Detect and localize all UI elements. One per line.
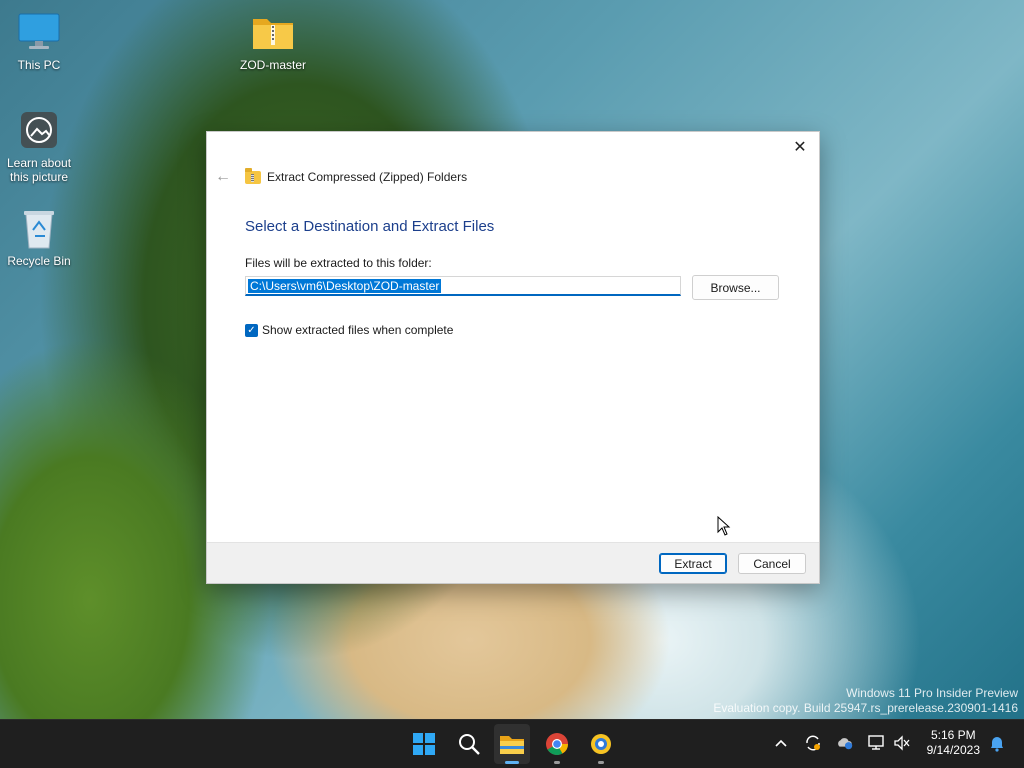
browse-button[interactable]: Browse... (692, 275, 779, 300)
monitor-icon (17, 10, 61, 54)
cancel-button[interactable]: Cancel (738, 553, 806, 574)
show-files-checkbox[interactable]: ✓ (245, 323, 258, 337)
desktop-icon-learn-about-picture[interactable]: Learn about this picture (3, 108, 75, 184)
taskbar: 5:16 PM 9/14/2023 (0, 719, 1024, 768)
show-files-checkbox-label: Show extracted files when complete (262, 323, 454, 337)
onedrive-icon[interactable] (836, 734, 854, 752)
back-arrow-icon[interactable]: ← (215, 168, 233, 186)
desktop-icon-label: Learn about (6, 156, 72, 170)
desktop-icon-zod-master[interactable]: ZOD-master (237, 10, 309, 72)
chrome-icon[interactable] (543, 730, 571, 758)
dialog-title: Extract Compressed (Zipped) Folders (267, 170, 468, 184)
camera-icon (17, 108, 61, 152)
dialog-footer: Extract Cancel (207, 542, 819, 583)
show-files-checkbox-row[interactable]: ✓ Show extracted files when complete (245, 323, 453, 337)
destination-path-input[interactable]: C:\Users\vm6\Desktop\ZOD-master (245, 276, 681, 296)
desktop-icon-label: Recycle Bin (7, 254, 71, 268)
watermark-line: Windows 11 Pro Insider Preview (846, 686, 1018, 700)
file-explorer-icon[interactable] (498, 730, 526, 758)
clock-time: 5:16 PM (930, 728, 976, 742)
zip-folder-icon (245, 167, 261, 184)
desktop-icon-label: this picture (9, 170, 69, 184)
page-heading: Select a Destination and Extract Files (245, 218, 495, 235)
file-explorer-active-indicator (505, 761, 519, 764)
sync-icon[interactable] (804, 734, 822, 752)
volume-muted-icon[interactable] (893, 734, 911, 752)
windows-start-icon[interactable] (410, 730, 438, 758)
recycle-bin-icon (17, 206, 61, 250)
destination-label: Files will be extracted to this folder: (245, 256, 432, 270)
mouse-cursor-icon (717, 515, 731, 539)
canary-icon[interactable] (587, 730, 615, 758)
windows-watermark: Windows 11 Pro Insider Preview Evaluatio… (713, 686, 1018, 716)
extract-button[interactable]: Extract (659, 553, 727, 574)
desktop-icon-label: This PC (17, 58, 61, 72)
destination-path-value: C:\Users\vm6\Desktop\ZOD-master (248, 278, 442, 293)
network-icon[interactable] (868, 734, 886, 752)
watermark-line: Evaluation copy. Build 25947.rs_prerelea… (713, 701, 1018, 715)
system-clock[interactable]: 5:16 PM 9/14/2023 (927, 728, 980, 758)
desktop-icon-this-pc[interactable]: This PC (3, 10, 75, 72)
close-button[interactable]: ✕ (787, 136, 813, 158)
notification-bell-icon[interactable] (988, 734, 1006, 752)
clock-date: 9/14/2023 (926, 743, 980, 757)
desktop-icon-label: ZOD-master (240, 58, 306, 72)
dialog-header: ← Extract Compressed (Zipped) Folders (215, 167, 468, 186)
chrome-running-indicator (554, 761, 560, 764)
search-icon[interactable] (455, 730, 483, 758)
desktop-icon-recycle-bin[interactable]: Recycle Bin (3, 206, 75, 268)
canary-running-indicator (598, 761, 604, 764)
zip-folder-icon (251, 10, 295, 54)
chevron-up-icon[interactable] (772, 734, 790, 752)
